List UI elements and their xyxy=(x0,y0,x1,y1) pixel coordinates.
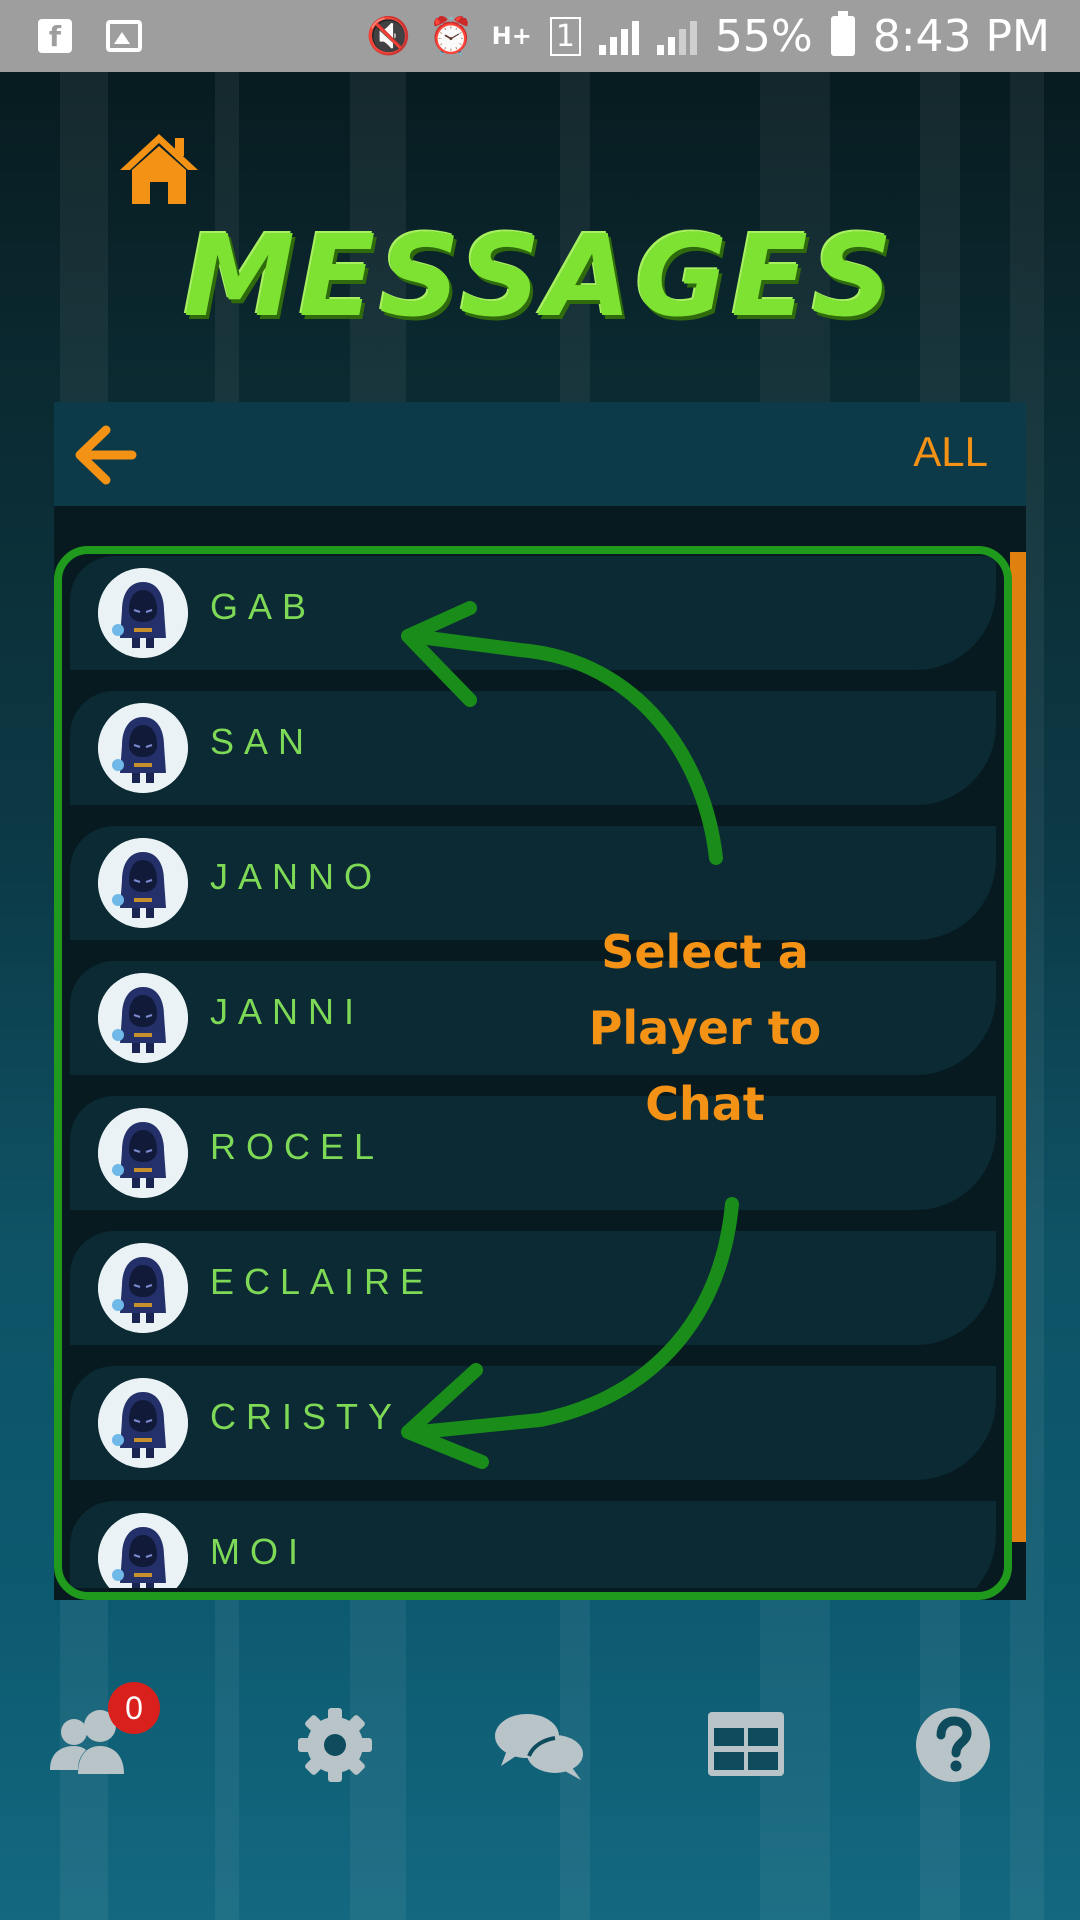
player-name: MOI xyxy=(210,1531,308,1572)
hooded-character-icon xyxy=(98,1243,188,1333)
sim-label: 1 xyxy=(549,16,581,56)
player-row[interactable]: JANNI xyxy=(70,961,996,1075)
avatar xyxy=(98,703,188,793)
hooded-character-icon xyxy=(98,838,188,928)
table-grid-icon xyxy=(708,1712,784,1776)
signal-icon xyxy=(598,17,639,55)
player-row[interactable]: ECLAIRE xyxy=(70,1231,996,1345)
home-button[interactable] xyxy=(118,132,200,206)
battery-percentage: 55% xyxy=(714,10,813,62)
bottom-nav xyxy=(0,1690,1080,1800)
player-row[interactable]: JANNO xyxy=(70,826,996,940)
help-icon xyxy=(916,1708,990,1782)
player-name: JANNI xyxy=(210,991,365,1032)
chat-icon xyxy=(495,1714,583,1780)
status-bar: f 🔇 ⏰ H+ 1 55% 8:43 PM xyxy=(0,0,1080,72)
arrow-left-icon xyxy=(75,425,137,485)
avatar xyxy=(98,838,188,928)
hooded-character-icon xyxy=(98,568,188,658)
hint-line-2: Player to xyxy=(588,1001,822,1055)
hint-line-3: Chat xyxy=(645,1077,765,1131)
friends-notification-badge: 0 xyxy=(108,1682,160,1734)
tutorial-hint-text: Select a Player to Chat xyxy=(570,914,840,1142)
avatar xyxy=(98,973,188,1063)
player-row[interactable]: MOI xyxy=(70,1501,996,1588)
player-name: GAB xyxy=(210,586,317,627)
player-name: ROCEL xyxy=(210,1126,385,1167)
hooded-character-icon xyxy=(98,1513,188,1588)
player-row[interactable]: GAB xyxy=(70,556,996,670)
avatar xyxy=(98,568,188,658)
home-icon xyxy=(120,134,198,204)
facebook-icon: f xyxy=(38,19,72,53)
player-row[interactable]: SAN xyxy=(70,691,996,805)
back-button[interactable] xyxy=(68,420,138,490)
filter-all-button[interactable]: ALL xyxy=(913,428,988,476)
player-name: SAN xyxy=(210,721,315,762)
mute-icon: 🔇 xyxy=(365,16,411,57)
player-list: GAB SAN JANNO JANNI ROCEL ECLAIRE CRISTY… xyxy=(70,556,996,1588)
settings-icon xyxy=(298,1708,372,1782)
player-name: ECLAIRE xyxy=(210,1261,435,1302)
hooded-character-icon xyxy=(98,973,188,1063)
network-type-label: H+ xyxy=(491,22,532,50)
player-name: JANNO xyxy=(210,856,383,897)
avatar xyxy=(98,1243,188,1333)
player-row[interactable]: ROCEL xyxy=(70,1096,996,1210)
leaderboard-button[interactable] xyxy=(690,1690,800,1800)
avatar xyxy=(98,1378,188,1468)
settings-button[interactable] xyxy=(280,1690,390,1800)
chat-button[interactable] xyxy=(485,1690,595,1800)
hint-line-1: Select a xyxy=(601,925,809,979)
clock: 8:43 PM xyxy=(872,10,1050,62)
page-title: MESSAGES xyxy=(183,212,897,342)
hooded-character-icon xyxy=(98,1108,188,1198)
gallery-icon xyxy=(106,20,142,52)
hooded-character-icon xyxy=(98,1378,188,1468)
player-row[interactable]: CRISTY xyxy=(70,1366,996,1480)
player-name: CRISTY xyxy=(210,1396,403,1437)
help-button[interactable] xyxy=(898,1690,1008,1800)
alarm-icon: ⏰ xyxy=(428,16,474,57)
signal-icon-secondary xyxy=(656,17,697,55)
hooded-character-icon xyxy=(98,703,188,793)
avatar xyxy=(98,1108,188,1198)
battery-icon xyxy=(830,11,855,56)
list-scrollbar[interactable] xyxy=(1010,552,1026,1542)
panel-header: ALL xyxy=(54,402,1026,506)
avatar xyxy=(98,1513,188,1588)
